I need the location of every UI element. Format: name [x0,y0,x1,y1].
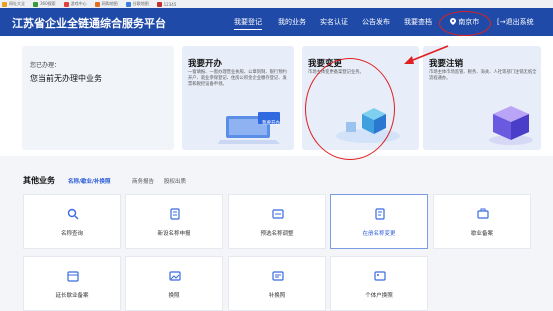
annotation-arrow-icon [404,45,449,64]
tile-extend-suspension[interactable]: 延长歇业备案 [23,256,121,311]
tile-suspension-record[interactable]: 歇业备案 [433,194,531,249]
tile-label: 换照 [168,293,180,299]
tile-label: 新设名称申报 [157,231,191,237]
open-business-banner: 我要开办 [262,121,280,126]
bookmark-item[interactable]: 12345 [156,1,177,7]
open-business-card[interactable]: 我要开办 一窗填报、一窗办理营业执照、公章刻制、银行预约开户、就业参保登记、住房… [182,46,294,150]
tile-label: 名称查询 [60,231,83,237]
tile-label: 在册名称变更 [362,231,396,237]
image-icon [169,271,181,281]
bookmark-icon [156,1,162,7]
briefcase-icon [477,208,489,219]
document-icon [170,208,180,220]
picture-icon [374,271,386,281]
bookmark-icon [2,1,7,7]
tile-label: 歇业备案 [470,231,493,237]
tab-commerce-report[interactable]: 商务报告 [132,177,154,185]
bookmark-icon [94,1,100,7]
card-title: 我要开办 [188,59,223,69]
laptop-illustration-icon [218,112,280,144]
nav-my-business[interactable]: 我的业务 [278,17,306,27]
logout-label: 退出系统 [505,18,534,26]
bookmark-item[interactable]: 网购地图 [94,1,118,7]
box-illustration-icon [489,106,533,145]
document-edit-icon [375,208,385,220]
tile-preselect-adjust[interactable]: 预选名称调整 [228,194,326,249]
card-description: 市场主体市场监管、税务、海关、人社等部门注销无纸全流程通办。 [429,70,537,81]
bookmark-item[interactable]: 游戏中心 [63,1,87,7]
bookmark-item[interactable]: 网址大全 [2,1,25,7]
bookmark-icon [33,1,38,7]
bookmark-label: 12345 [163,1,177,7]
bookmark-label: 游戏中心 [70,1,87,6]
tile-license-replace[interactable]: 换照 [125,256,223,311]
logout-button[interactable]: [→退出系统 [497,17,534,27]
calendar-icon [67,271,79,282]
nav-register[interactable]: 我要登记 [234,17,262,30]
service-hero: 您已办理： 您当前无办理中业务 我要开办 一窗填报、一窗办理营业执照、公章刻制、… [0,36,553,156]
tile-label: 个体户换照 [365,293,393,299]
pending-text: 您当前无办理中业务 [30,74,102,83]
nav-real-name[interactable]: 实名认证 [320,17,348,27]
tile-label: 预选名称调整 [260,231,294,237]
tab-name-suspension[interactable]: 名称/歇业/补换照 [68,177,111,185]
annotation-ellipse [439,11,491,36]
bookmark-icon [125,1,131,7]
search-icon [67,208,79,220]
nav-archive[interactable]: 我要查档 [404,17,432,27]
other-business-title: 其他业务 [23,176,55,185]
tile-registered-name-change[interactable]: 在册名称变更 [330,194,428,249]
bookmark-label: 网址大全 [9,1,25,6]
tile-label: 延长歇业备案 [55,293,89,299]
pending-card: 您已办理： 您当前无办理中业务 [22,46,174,150]
bookmark-item[interactable]: 谷歌地图 [125,1,149,7]
pending-label: 您已办理： [30,62,61,69]
tile-label: 补换照 [268,293,286,299]
bookmark-icon [63,1,69,7]
tile-new-name-apply[interactable]: 新设名称申报 [125,194,223,249]
bookmark-label: 谷歌地图 [132,1,149,6]
bookmark-label: 360搜索 [40,1,56,6]
tile-name-query[interactable]: 名称查询 [23,194,121,249]
logout-icon: [→ [497,18,506,26]
annotation-circle [305,58,395,160]
nav-announcement[interactable]: 公告发布 [362,17,390,27]
form-icon [272,209,284,219]
id-card-icon [272,271,284,281]
bookmarks-bar: 网址大全 360搜索 游戏中心 网购地图 谷歌地图 12345 [0,0,553,8]
bookmark-item[interactable]: 360搜索 [33,1,56,7]
tile-license-reissue[interactable]: 补换照 [228,256,326,311]
tile-individual-license[interactable]: 个体户换照 [330,256,428,311]
bookmark-label: 网购地图 [101,1,118,6]
app-title: 江苏省企业全链通综合服务平台 [12,17,166,30]
card-description: 一窗填报、一窗办理营业执照、公章刻制、银行预约开户、就业参保登记、住房公积金企业… [188,70,287,87]
tab-equity-pledge[interactable]: 股权出质 [164,177,186,185]
